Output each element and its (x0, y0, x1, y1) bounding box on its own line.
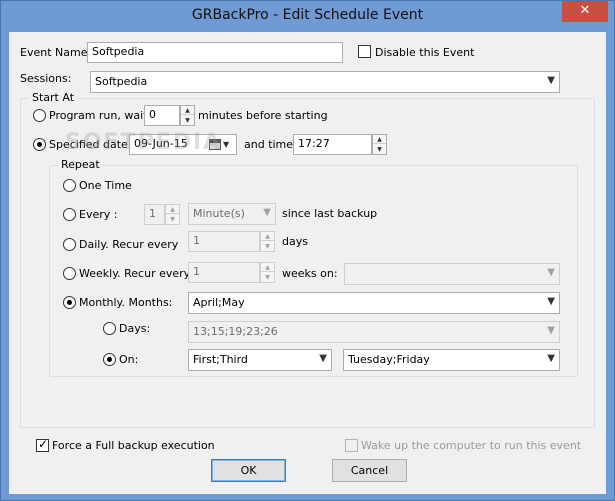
program-run-suffix: minutes before starting (198, 109, 328, 122)
monthly-on-radio[interactable] (103, 353, 116, 366)
spinner-down-icon[interactable]: ▼ (181, 116, 194, 125)
force-full-backup-label: Force a Full backup execution (52, 439, 215, 452)
monthly-months-select[interactable]: April;May ▼ (188, 292, 560, 314)
spinner-up-icon[interactable]: ▲ (261, 232, 274, 241)
weekly-radio[interactable] (63, 267, 76, 280)
daily-recur-input[interactable]: 1 (188, 231, 260, 252)
time-input[interactable]: 17:27 (293, 134, 372, 155)
one-time-radio[interactable] (63, 179, 76, 192)
monthly-days-value: 13;15;19;23;26 (193, 325, 278, 338)
every-radio[interactable] (63, 208, 76, 221)
every-suffix: since last backup (282, 207, 378, 220)
one-time-label: One Time (79, 179, 132, 192)
start-at-legend: Start At (29, 91, 78, 104)
every-value-spinner[interactable]: ▲ ▼ (165, 204, 180, 225)
spinner-up-icon[interactable]: ▲ (181, 106, 194, 115)
program-run-label: Program run, wait: (49, 109, 152, 122)
force-full-backup-checkbox[interactable] (36, 437, 49, 452)
sessions-select-value: Softpedia (95, 75, 148, 88)
window-title: GRBackPro - Edit Schedule Event (191, 7, 424, 23)
chevron-down-icon: ▼ (547, 296, 555, 307)
program-run-wait-spinner[interactable]: ▲ ▼ (180, 105, 195, 126)
spinner-up-icon[interactable]: ▲ (166, 205, 179, 214)
ok-button[interactable]: OK (211, 459, 286, 482)
monthly-weekday-value: Tuesday;Friday (348, 353, 430, 366)
every-unit-value: Minute(s) (193, 207, 245, 220)
monthly-months-value: April;May (193, 296, 245, 309)
spinner-down-icon[interactable]: ▼ (261, 242, 274, 251)
event-name-input[interactable]: Softpedia (87, 42, 343, 63)
daily-label: Daily. Recur every (79, 238, 179, 251)
monthly-days-label: Days: (119, 322, 151, 335)
title-bar[interactable]: GRBackPro - Edit Schedule Event ✕ (1, 1, 614, 32)
program-run-wait-input[interactable]: 0 (144, 105, 180, 126)
monthly-radio[interactable] (63, 296, 76, 309)
monthly-label: Monthly. Months: (79, 296, 173, 309)
spinner-down-icon[interactable]: ▼ (373, 145, 386, 154)
wake-up-checkbox[interactable] (345, 439, 358, 452)
edit-schedule-window: GRBackPro - Edit Schedule Event ✕ Event … (0, 0, 615, 501)
daily-recur-spinner[interactable]: ▲ ▼ (260, 231, 275, 252)
daily-radio[interactable] (63, 238, 76, 251)
spinner-down-icon[interactable]: ▼ (166, 215, 179, 224)
cancel-button[interactable]: Cancel (332, 459, 407, 482)
chevron-down-icon: ▼ (547, 353, 555, 364)
chevron-down-icon[interactable]: ▼ (223, 140, 229, 149)
monthly-weekday-select[interactable]: Tuesday;Friday ▼ (343, 349, 560, 371)
weekly-suffix: weeks on: (282, 267, 338, 280)
every-label: Every : (79, 208, 118, 221)
chevron-down-icon: ▼ (263, 207, 271, 218)
sessions-select[interactable]: Softpedia ▼ (90, 71, 560, 93)
close-button[interactable]: ✕ (562, 1, 608, 22)
time-spinner[interactable]: ▲ ▼ (372, 134, 387, 155)
spinner-up-icon[interactable]: ▲ (373, 135, 386, 144)
specified-date-radio[interactable] (33, 138, 46, 151)
wake-up-label: Wake up the computer to run this event (361, 439, 582, 452)
monthly-days-select[interactable]: 13;15;19;23;26 ▼ (188, 321, 560, 343)
chevron-down-icon: ▼ (547, 267, 555, 278)
program-run-radio[interactable] (33, 109, 46, 122)
chevron-down-icon: ▼ (547, 75, 555, 86)
every-value-input[interactable]: 1 (144, 204, 165, 225)
weekly-days-select[interactable]: ▼ (344, 263, 560, 285)
monthly-ordinal-value: First;Third (193, 353, 248, 366)
chevron-down-icon: ▼ (547, 325, 555, 336)
watermark: SOFTPEDIA (65, 130, 223, 155)
disable-event-checkbox[interactable] (358, 45, 371, 58)
event-name-label: Event Name: (20, 46, 92, 59)
every-unit-select[interactable]: Minute(s) ▼ (188, 203, 276, 225)
monthly-on-label: On: (119, 353, 139, 366)
spinner-down-icon[interactable]: ▼ (261, 273, 274, 282)
monthly-days-radio[interactable] (103, 322, 116, 335)
monthly-ordinal-select[interactable]: First;Third ▼ (188, 349, 332, 371)
weekly-label: Weekly. Recur every (79, 267, 191, 280)
chevron-down-icon: ▼ (319, 353, 327, 364)
weekly-recur-spinner[interactable]: ▲ ▼ (260, 262, 275, 283)
repeat-legend: Repeat (58, 158, 103, 171)
sessions-label: Sessions: (20, 72, 72, 85)
dialog-client-area: Event Name: Softpedia Disable this Event… (9, 32, 606, 494)
spinner-up-icon[interactable]: ▲ (261, 263, 274, 272)
daily-suffix: days (282, 235, 308, 248)
weekly-recur-input[interactable]: 1 (188, 262, 260, 283)
time-label: and time: (244, 138, 297, 151)
disable-event-label: Disable this Event (375, 46, 475, 59)
